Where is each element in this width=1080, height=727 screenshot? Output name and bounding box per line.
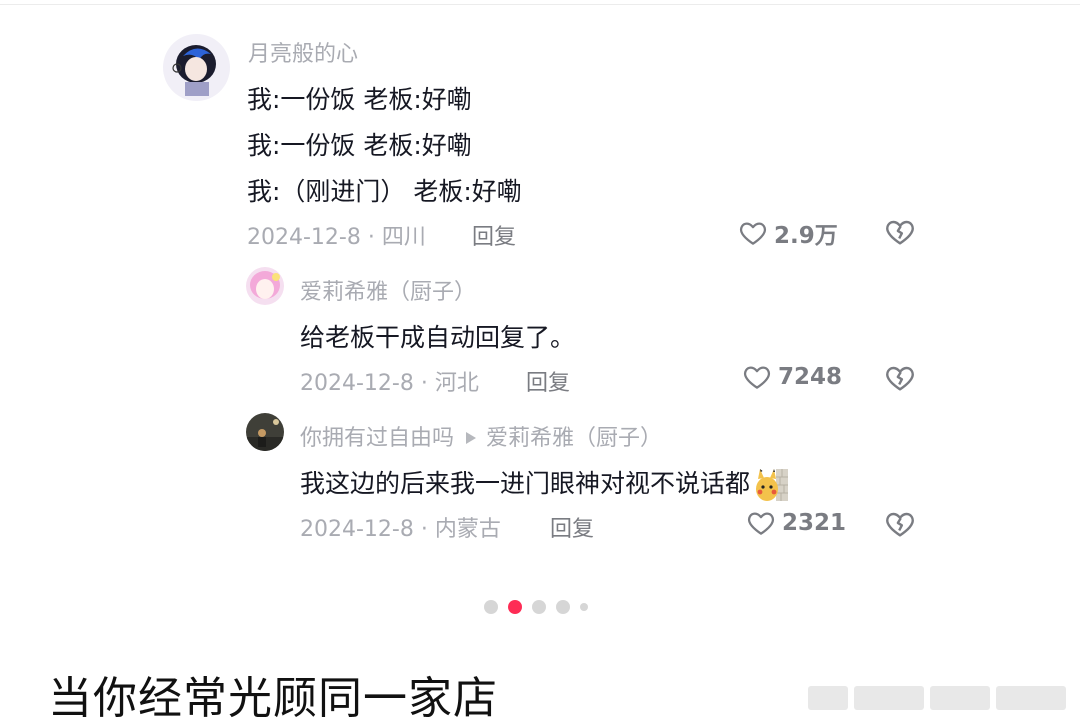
reply-like-button[interactable]: 7248 bbox=[742, 362, 842, 392]
reply-reply-button[interactable]: 回复 bbox=[526, 365, 570, 397]
carousel-dot[interactable] bbox=[556, 600, 570, 614]
pikachu-wall-emoji-icon bbox=[754, 467, 789, 503]
comment-username[interactable]: 月亮般的心 bbox=[248, 36, 358, 68]
comment-text-line-3: 我:（刚进门） 老板:好嘞 bbox=[247, 177, 522, 206]
reply-reply-button[interactable]: 回复 bbox=[550, 511, 594, 543]
comment-date-location: 2024-12-8 · 四川 bbox=[247, 225, 426, 250]
watermark-block bbox=[930, 686, 990, 710]
comment-dislike-button[interactable] bbox=[884, 216, 916, 248]
reply-text: 给老板干成自动回复了。 bbox=[300, 323, 576, 352]
watermark-block bbox=[808, 686, 848, 710]
reply-like-button[interactable]: 2321 bbox=[746, 508, 846, 538]
avatar[interactable] bbox=[163, 34, 230, 101]
reply-like-count: 2321 bbox=[782, 510, 847, 536]
heart-outline-icon bbox=[744, 366, 770, 389]
reply-to-username[interactable]: 爱莉希雅（厨子） bbox=[486, 426, 662, 451]
watermark bbox=[808, 683, 1074, 713]
reply-text: 我这边的后来我一进门眼神对视不说话都 bbox=[300, 469, 751, 498]
carousel-dot[interactable] bbox=[484, 600, 498, 614]
heart-outline-icon bbox=[740, 222, 766, 245]
reply-username[interactable]: 爱莉希雅（厨子） bbox=[300, 274, 476, 306]
dislike-heart-icon bbox=[886, 366, 914, 391]
post-title: 当你经常光顾同一家店 bbox=[48, 673, 498, 724]
reply-dislike-button[interactable] bbox=[884, 362, 916, 394]
top-divider bbox=[0, 4, 1080, 5]
reply-username[interactable]: 你拥有过自由吗 bbox=[300, 426, 454, 451]
reply-date-location: 2024-12-8 · 河北 bbox=[300, 371, 479, 396]
dislike-heart-icon bbox=[886, 220, 914, 245]
carousel-dot[interactable] bbox=[532, 600, 546, 614]
reply-avatar[interactable] bbox=[246, 267, 284, 305]
comment-like-count: 2.9万 bbox=[774, 223, 838, 249]
watermark-block bbox=[854, 686, 924, 710]
heart-outline-icon bbox=[748, 512, 774, 535]
comment-like-button[interactable]: 2.9万 bbox=[738, 216, 838, 250]
comment-reply-button[interactable]: 回复 bbox=[472, 219, 516, 251]
reply-text-line: 我这边的后来我一进门眼神对视不说话都 bbox=[300, 464, 789, 503]
reply-dislike-button[interactable] bbox=[884, 508, 916, 540]
carousel-indicator[interactable] bbox=[484, 600, 588, 614]
watermark-block bbox=[996, 686, 1066, 710]
reply-username-line: 你拥有过自由吗 爱莉希雅（厨子） bbox=[300, 420, 662, 452]
comment-text-line-1: 我:一份饭 老板:好嘞 bbox=[247, 85, 472, 114]
reply-date-location: 2024-12-8 · 内蒙古 bbox=[300, 517, 501, 542]
carousel-dot-active[interactable] bbox=[508, 600, 522, 614]
reply-to-arrow-icon bbox=[466, 432, 477, 444]
dislike-heart-icon bbox=[886, 512, 914, 537]
comment-text-line-2: 我:一份饭 老板:好嘞 bbox=[247, 131, 472, 160]
reply-avatar[interactable] bbox=[246, 413, 284, 451]
carousel-dot[interactable] bbox=[580, 603, 588, 611]
reply-like-count: 7248 bbox=[778, 364, 843, 390]
